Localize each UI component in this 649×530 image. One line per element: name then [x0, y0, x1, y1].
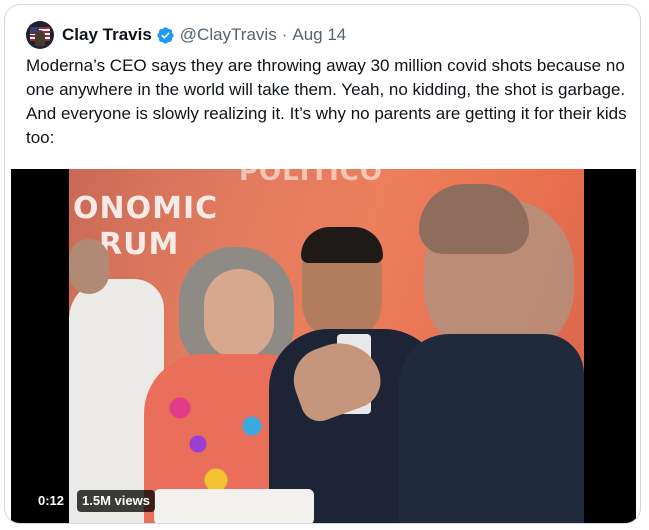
scene-man-center-hair	[301, 227, 383, 263]
avatar[interactable]	[26, 21, 54, 49]
scene-woman-face	[204, 269, 274, 359]
scene-man-right-hair	[419, 184, 529, 254]
user-handle[interactable]: @ClayTravis	[180, 25, 277, 45]
video-player[interactable]: ONOMIC RUM POLITICO	[11, 169, 636, 523]
separator-dot: ·	[281, 25, 288, 44]
verified-badge-icon	[157, 26, 174, 44]
video-frame[interactable]: ONOMIC RUM POLITICO	[69, 169, 584, 523]
video-view-count: 1.5M views	[77, 490, 155, 512]
video-elapsed-time: 0:12	[33, 490, 70, 512]
backdrop-text-2: RUM	[99, 227, 180, 262]
scene-table	[154, 489, 314, 523]
backdrop-text-3: POLITICO	[239, 169, 383, 187]
tweet-date[interactable]: Aug 14	[292, 25, 346, 45]
tweet-card[interactable]: Clay Travis @ClayTravis · Aug 14 Moderna…	[4, 4, 641, 524]
tweet-text: Moderna’s CEO says they are throwing awa…	[26, 56, 627, 147]
backdrop-text-1: ONOMIC	[73, 191, 219, 226]
display-name[interactable]: Clay Travis	[62, 25, 152, 45]
scene-person-left-head	[69, 239, 109, 294]
scene-man-right-suit	[399, 334, 584, 523]
tweet-header: Clay Travis @ClayTravis · Aug 14	[26, 21, 346, 49]
avatar-person	[35, 30, 45, 46]
